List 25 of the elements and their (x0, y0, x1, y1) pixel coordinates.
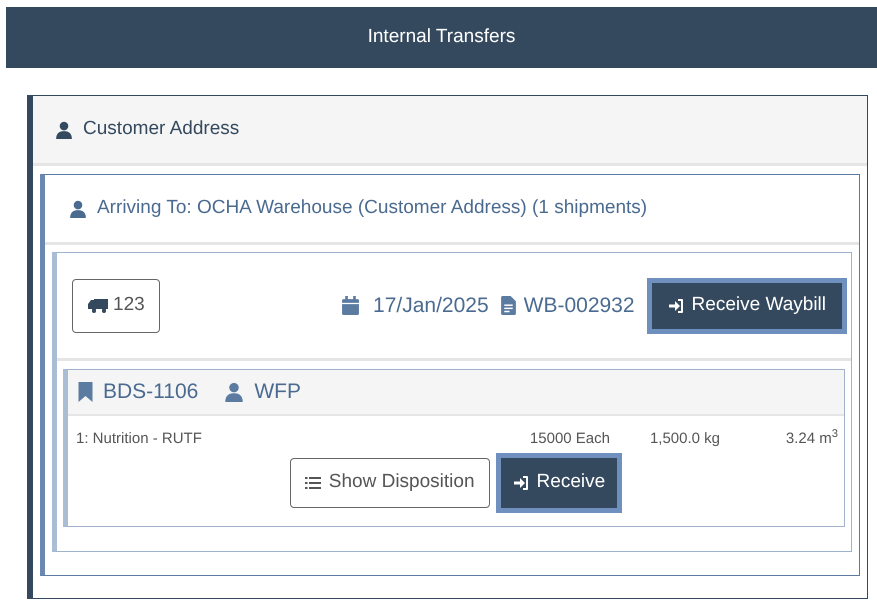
show-disposition-button[interactable]: Show Disposition (290, 458, 490, 508)
receive-waybill-button[interactable]: Receive Waybill (646, 278, 847, 334)
item-cell-text: 1,500.0 kg (648, 429, 720, 449)
document-icon (500, 296, 516, 315)
user-icon (69, 200, 87, 218)
consignment-reference: BDS-1106 (103, 379, 198, 406)
user-icon (55, 120, 73, 138)
vehicle-number: 123 (113, 293, 145, 318)
item-cell-text: 3.24 m$^{3}$ (784, 428, 838, 449)
page-title: Internal Transfers (368, 25, 516, 50)
calendar-icon (342, 296, 360, 315)
section-title: Arriving To: OCHA Warehouse (Customer Address) (1 shipments) (97, 196, 648, 220)
item-cell-text: 1: Nutrition - RUTF (76, 429, 203, 449)
shipment-date: 17/Jan/2025 (373, 292, 489, 319)
section-title: Customer Address (83, 117, 240, 142)
sign-in-icon (668, 298, 684, 314)
item-cell-text: 15000 Each (528, 429, 610, 449)
user-icon (224, 382, 244, 402)
truck-icon (87, 298, 109, 314)
receive-button[interactable]: Receive (496, 452, 622, 512)
waybill-number: WB-002932 (524, 292, 635, 319)
list-icon (304, 476, 321, 490)
sign-in-icon (512, 474, 529, 490)
bookmark-icon (78, 382, 93, 402)
consignment-owner: WFP (254, 379, 301, 406)
